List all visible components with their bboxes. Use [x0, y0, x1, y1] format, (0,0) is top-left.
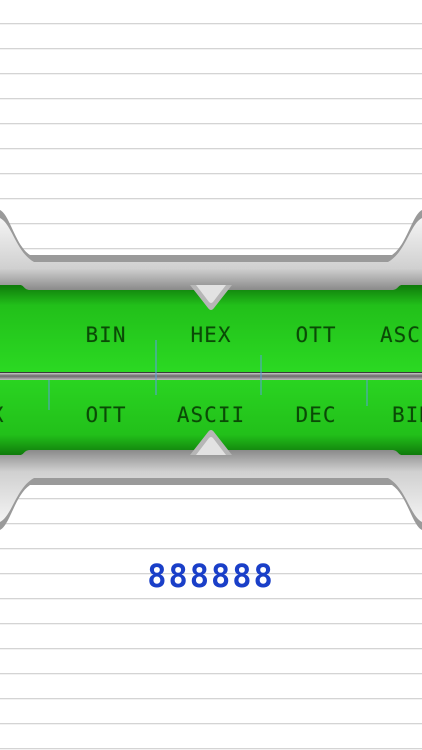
- from-option-bin[interactable]: BIN: [54, 310, 158, 360]
- converter-panel: DEC BIN HEX OTT ASCII HEX OTT ASCII DEC …: [0, 190, 422, 550]
- from-option-dec[interactable]: DEC: [0, 310, 32, 360]
- to-option-ott[interactable]: OTT: [54, 390, 158, 440]
- from-option-ott[interactable]: OTT: [264, 310, 368, 360]
- panel-bezel-graphic: [0, 210, 422, 530]
- to-option-ascii[interactable]: ASCII: [159, 390, 263, 440]
- lined-paper-top: [0, 0, 422, 200]
- from-option-ascii[interactable]: ASCII: [380, 310, 422, 360]
- to-base-wheel[interactable]: HEX OTT ASCII DEC BIN: [0, 390, 422, 440]
- conversion-result: 888888: [147, 557, 275, 595]
- from-base-wheel[interactable]: DEC BIN HEX OTT ASCII: [0, 310, 422, 360]
- to-option-bin[interactable]: BIN: [392, 390, 422, 440]
- triangle-down-icon: [196, 285, 226, 305]
- to-option-hex[interactable]: HEX: [0, 390, 36, 440]
- to-option-dec[interactable]: DEC: [264, 390, 368, 440]
- from-option-hex[interactable]: HEX: [159, 310, 263, 360]
